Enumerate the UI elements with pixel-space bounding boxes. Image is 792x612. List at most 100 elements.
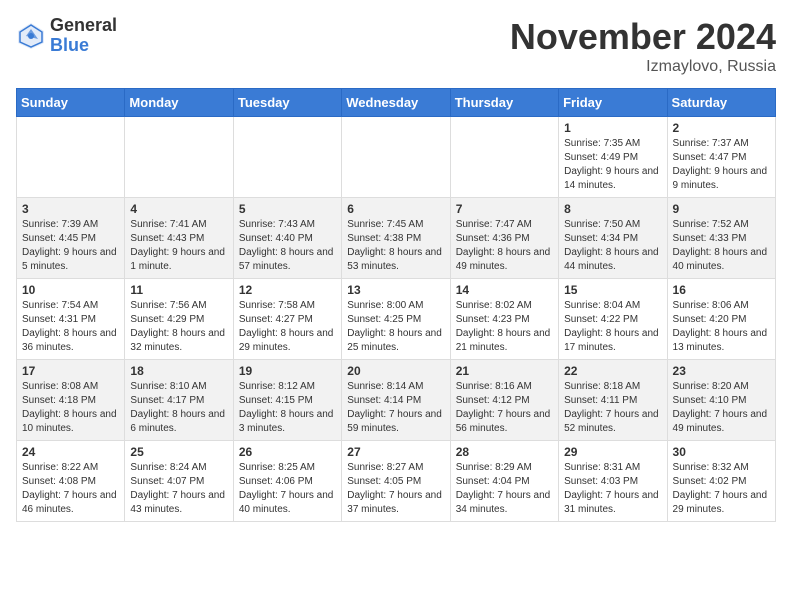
- day-cell: 26Sunrise: 8:25 AMSunset: 4:06 PMDayligh…: [233, 441, 341, 522]
- day-cell: 27Sunrise: 8:27 AMSunset: 4:05 PMDayligh…: [342, 441, 450, 522]
- day-cell: 12 Sunrise: 7:58 AMSunset: 4:27 PMDayligh…: [233, 279, 341, 360]
- day-cell: 3Sunrise: 7:39 AMSunset: 4:45 PMDaylight…: [17, 198, 125, 279]
- day-cell: 21 Sunrise: 8:16 AMSunset: 4:12 PMDayligh…: [450, 360, 558, 441]
- day-number: 21: [456, 364, 553, 378]
- day-cell: 4 Sunrise: 7:41 AMSunset: 4:43 PMDaylight…: [125, 198, 233, 279]
- day-cell: 23Sunrise: 8:20 AMSunset: 4:10 PMDayligh…: [667, 360, 775, 441]
- day-cell: 30Sunrise: 8:32 AMSunset: 4:02 PMDayligh…: [667, 441, 775, 522]
- week-row-3: 10 Sunrise: 7:54 AMSunset: 4:31 PMDayligh…: [17, 279, 776, 360]
- day-info: Sunrise: 7:37 AMSunset: 4:47 PMDaylight:…: [673, 137, 770, 193]
- day-cell: 15 Sunrise: 8:04 AMSunset: 4:22 PMDayligh…: [559, 279, 667, 360]
- location: Izmaylovo, Russia: [510, 58, 776, 76]
- week-row-2: 3Sunrise: 7:39 AMSunset: 4:45 PMDaylight…: [17, 198, 776, 279]
- day-info: Sunrise: 7:54 AMSunset: 4:31 PMDaylight:…: [22, 299, 119, 355]
- day-number: 2: [673, 121, 770, 135]
- day-info: Sunrise: 8:29 AMSunset: 4:04 PMDaylight:…: [456, 461, 553, 517]
- day-info: Sunrise: 8:04 AMSunset: 4:22 PMDaylight:…: [564, 299, 661, 355]
- day-info: Sunrise: 8:10 AMSunset: 4:17 PMDaylight:…: [130, 380, 227, 436]
- day-cell: [125, 117, 233, 198]
- day-number: 20: [347, 364, 444, 378]
- day-number: 28: [456, 445, 553, 459]
- day-number: 5: [239, 202, 336, 216]
- day-info: Sunrise: 7:41 AMSunset: 4:43 PMDaylight:…: [130, 218, 227, 274]
- day-number: 16: [673, 283, 770, 297]
- day-number: 4: [130, 202, 227, 216]
- title-block: November 2024 Izmaylovo, Russia: [510, 16, 776, 76]
- day-cell: [342, 117, 450, 198]
- header-sunday: Sunday: [17, 89, 125, 117]
- day-number: 25: [130, 445, 227, 459]
- day-cell: 25 Sunrise: 8:24 AMSunset: 4:07 PMDayligh…: [125, 441, 233, 522]
- day-cell: [17, 117, 125, 198]
- header-thursday: Thursday: [450, 89, 558, 117]
- day-cell: 6Sunrise: 7:45 AMSunset: 4:38 PMDaylight…: [342, 198, 450, 279]
- day-number: 13: [347, 283, 444, 297]
- header-monday: Monday: [125, 89, 233, 117]
- day-info: Sunrise: 8:16 AMSunset: 4:12 PMDaylight:…: [456, 380, 553, 436]
- day-number: 10: [22, 283, 119, 297]
- day-cell: 29 Sunrise: 8:31 AMSunset: 4:03 PMDayligh…: [559, 441, 667, 522]
- day-number: 22: [564, 364, 661, 378]
- day-cell: 22Sunrise: 8:18 AMSunset: 4:11 PMDayligh…: [559, 360, 667, 441]
- day-info: Sunrise: 8:00 AMSunset: 4:25 PMDaylight:…: [347, 299, 444, 355]
- day-info: Sunrise: 8:27 AMSunset: 4:05 PMDaylight:…: [347, 461, 444, 517]
- day-cell: 11Sunrise: 7:56 AMSunset: 4:29 PMDayligh…: [125, 279, 233, 360]
- day-number: 17: [22, 364, 119, 378]
- logo-blue: Blue: [50, 36, 117, 56]
- day-cell: 1 Sunrise: 7:35 AMSunset: 4:49 PMDaylight…: [559, 117, 667, 198]
- calendar-table: SundayMondayTuesdayWednesdayThursdayFrid…: [16, 88, 776, 522]
- day-info: Sunrise: 8:22 AMSunset: 4:08 PMDaylight:…: [22, 461, 119, 517]
- day-cell: 20 Sunrise: 8:14 AMSunset: 4:14 PMDayligh…: [342, 360, 450, 441]
- day-cell: 19 Sunrise: 8:12 AMSunset: 4:15 PMDayligh…: [233, 360, 341, 441]
- day-cell: 28 Sunrise: 8:29 AMSunset: 4:04 PMDayligh…: [450, 441, 558, 522]
- day-cell: 17 Sunrise: 8:08 AMSunset: 4:18 PMDayligh…: [17, 360, 125, 441]
- logo-general: General: [50, 16, 117, 36]
- day-cell: 9Sunrise: 7:52 AMSunset: 4:33 PMDaylight…: [667, 198, 775, 279]
- day-info: Sunrise: 7:50 AMSunset: 4:34 PMDaylight:…: [564, 218, 661, 274]
- day-info: Sunrise: 8:12 AMSunset: 4:15 PMDaylight:…: [239, 380, 336, 436]
- day-number: 12: [239, 283, 336, 297]
- page-header: General Blue November 2024 Izmaylovo, Ru…: [16, 16, 776, 76]
- day-info: Sunrise: 7:45 AMSunset: 4:38 PMDaylight:…: [347, 218, 444, 274]
- day-number: 11: [130, 283, 227, 297]
- logo-icon: [16, 21, 46, 51]
- logo-text: General Blue: [50, 16, 117, 56]
- week-row-5: 24Sunrise: 8:22 AMSunset: 4:08 PMDayligh…: [17, 441, 776, 522]
- week-row-1: 1 Sunrise: 7:35 AMSunset: 4:49 PMDaylight…: [17, 117, 776, 198]
- day-info: Sunrise: 7:39 AMSunset: 4:45 PMDaylight:…: [22, 218, 119, 274]
- day-info: Sunrise: 8:32 AMSunset: 4:02 PMDaylight:…: [673, 461, 770, 517]
- logo: General Blue: [16, 16, 117, 56]
- header-tuesday: Tuesday: [233, 89, 341, 117]
- month-title: November 2024: [510, 16, 776, 58]
- day-info: Sunrise: 8:25 AMSunset: 4:06 PMDaylight:…: [239, 461, 336, 517]
- day-cell: 13 Sunrise: 8:00 AMSunset: 4:25 PMDayligh…: [342, 279, 450, 360]
- day-cell: 2 Sunrise: 7:37 AMSunset: 4:47 PMDaylight…: [667, 117, 775, 198]
- day-info: Sunrise: 7:58 AMSunset: 4:27 PMDaylight:…: [239, 299, 336, 355]
- day-cell: 5 Sunrise: 7:43 AMSunset: 4:40 PMDaylight…: [233, 198, 341, 279]
- day-cell: 16 Sunrise: 8:06 AMSunset: 4:20 PMDayligh…: [667, 279, 775, 360]
- day-info: Sunrise: 7:35 AMSunset: 4:49 PMDaylight:…: [564, 137, 661, 193]
- day-number: 23: [673, 364, 770, 378]
- header-wednesday: Wednesday: [342, 89, 450, 117]
- header-friday: Friday: [559, 89, 667, 117]
- header-row: SundayMondayTuesdayWednesdayThursdayFrid…: [17, 89, 776, 117]
- day-info: Sunrise: 8:14 AMSunset: 4:14 PMDaylight:…: [347, 380, 444, 436]
- day-info: Sunrise: 8:08 AMSunset: 4:18 PMDaylight:…: [22, 380, 119, 436]
- day-info: Sunrise: 8:31 AMSunset: 4:03 PMDaylight:…: [564, 461, 661, 517]
- day-number: 1: [564, 121, 661, 135]
- day-cell: [450, 117, 558, 198]
- day-info: Sunrise: 8:06 AMSunset: 4:20 PMDaylight:…: [673, 299, 770, 355]
- day-cell: 8 Sunrise: 7:50 AMSunset: 4:34 PMDaylight…: [559, 198, 667, 279]
- day-number: 19: [239, 364, 336, 378]
- day-number: 18: [130, 364, 227, 378]
- day-info: Sunrise: 8:24 AMSunset: 4:07 PMDaylight:…: [130, 461, 227, 517]
- day-number: 15: [564, 283, 661, 297]
- header-saturday: Saturday: [667, 89, 775, 117]
- day-info: Sunrise: 7:47 AMSunset: 4:36 PMDaylight:…: [456, 218, 553, 274]
- day-number: 8: [564, 202, 661, 216]
- day-info: Sunrise: 7:43 AMSunset: 4:40 PMDaylight:…: [239, 218, 336, 274]
- day-info: Sunrise: 7:52 AMSunset: 4:33 PMDaylight:…: [673, 218, 770, 274]
- day-cell: 14Sunrise: 8:02 AMSunset: 4:23 PMDayligh…: [450, 279, 558, 360]
- day-number: 29: [564, 445, 661, 459]
- day-cell: 10 Sunrise: 7:54 AMSunset: 4:31 PMDayligh…: [17, 279, 125, 360]
